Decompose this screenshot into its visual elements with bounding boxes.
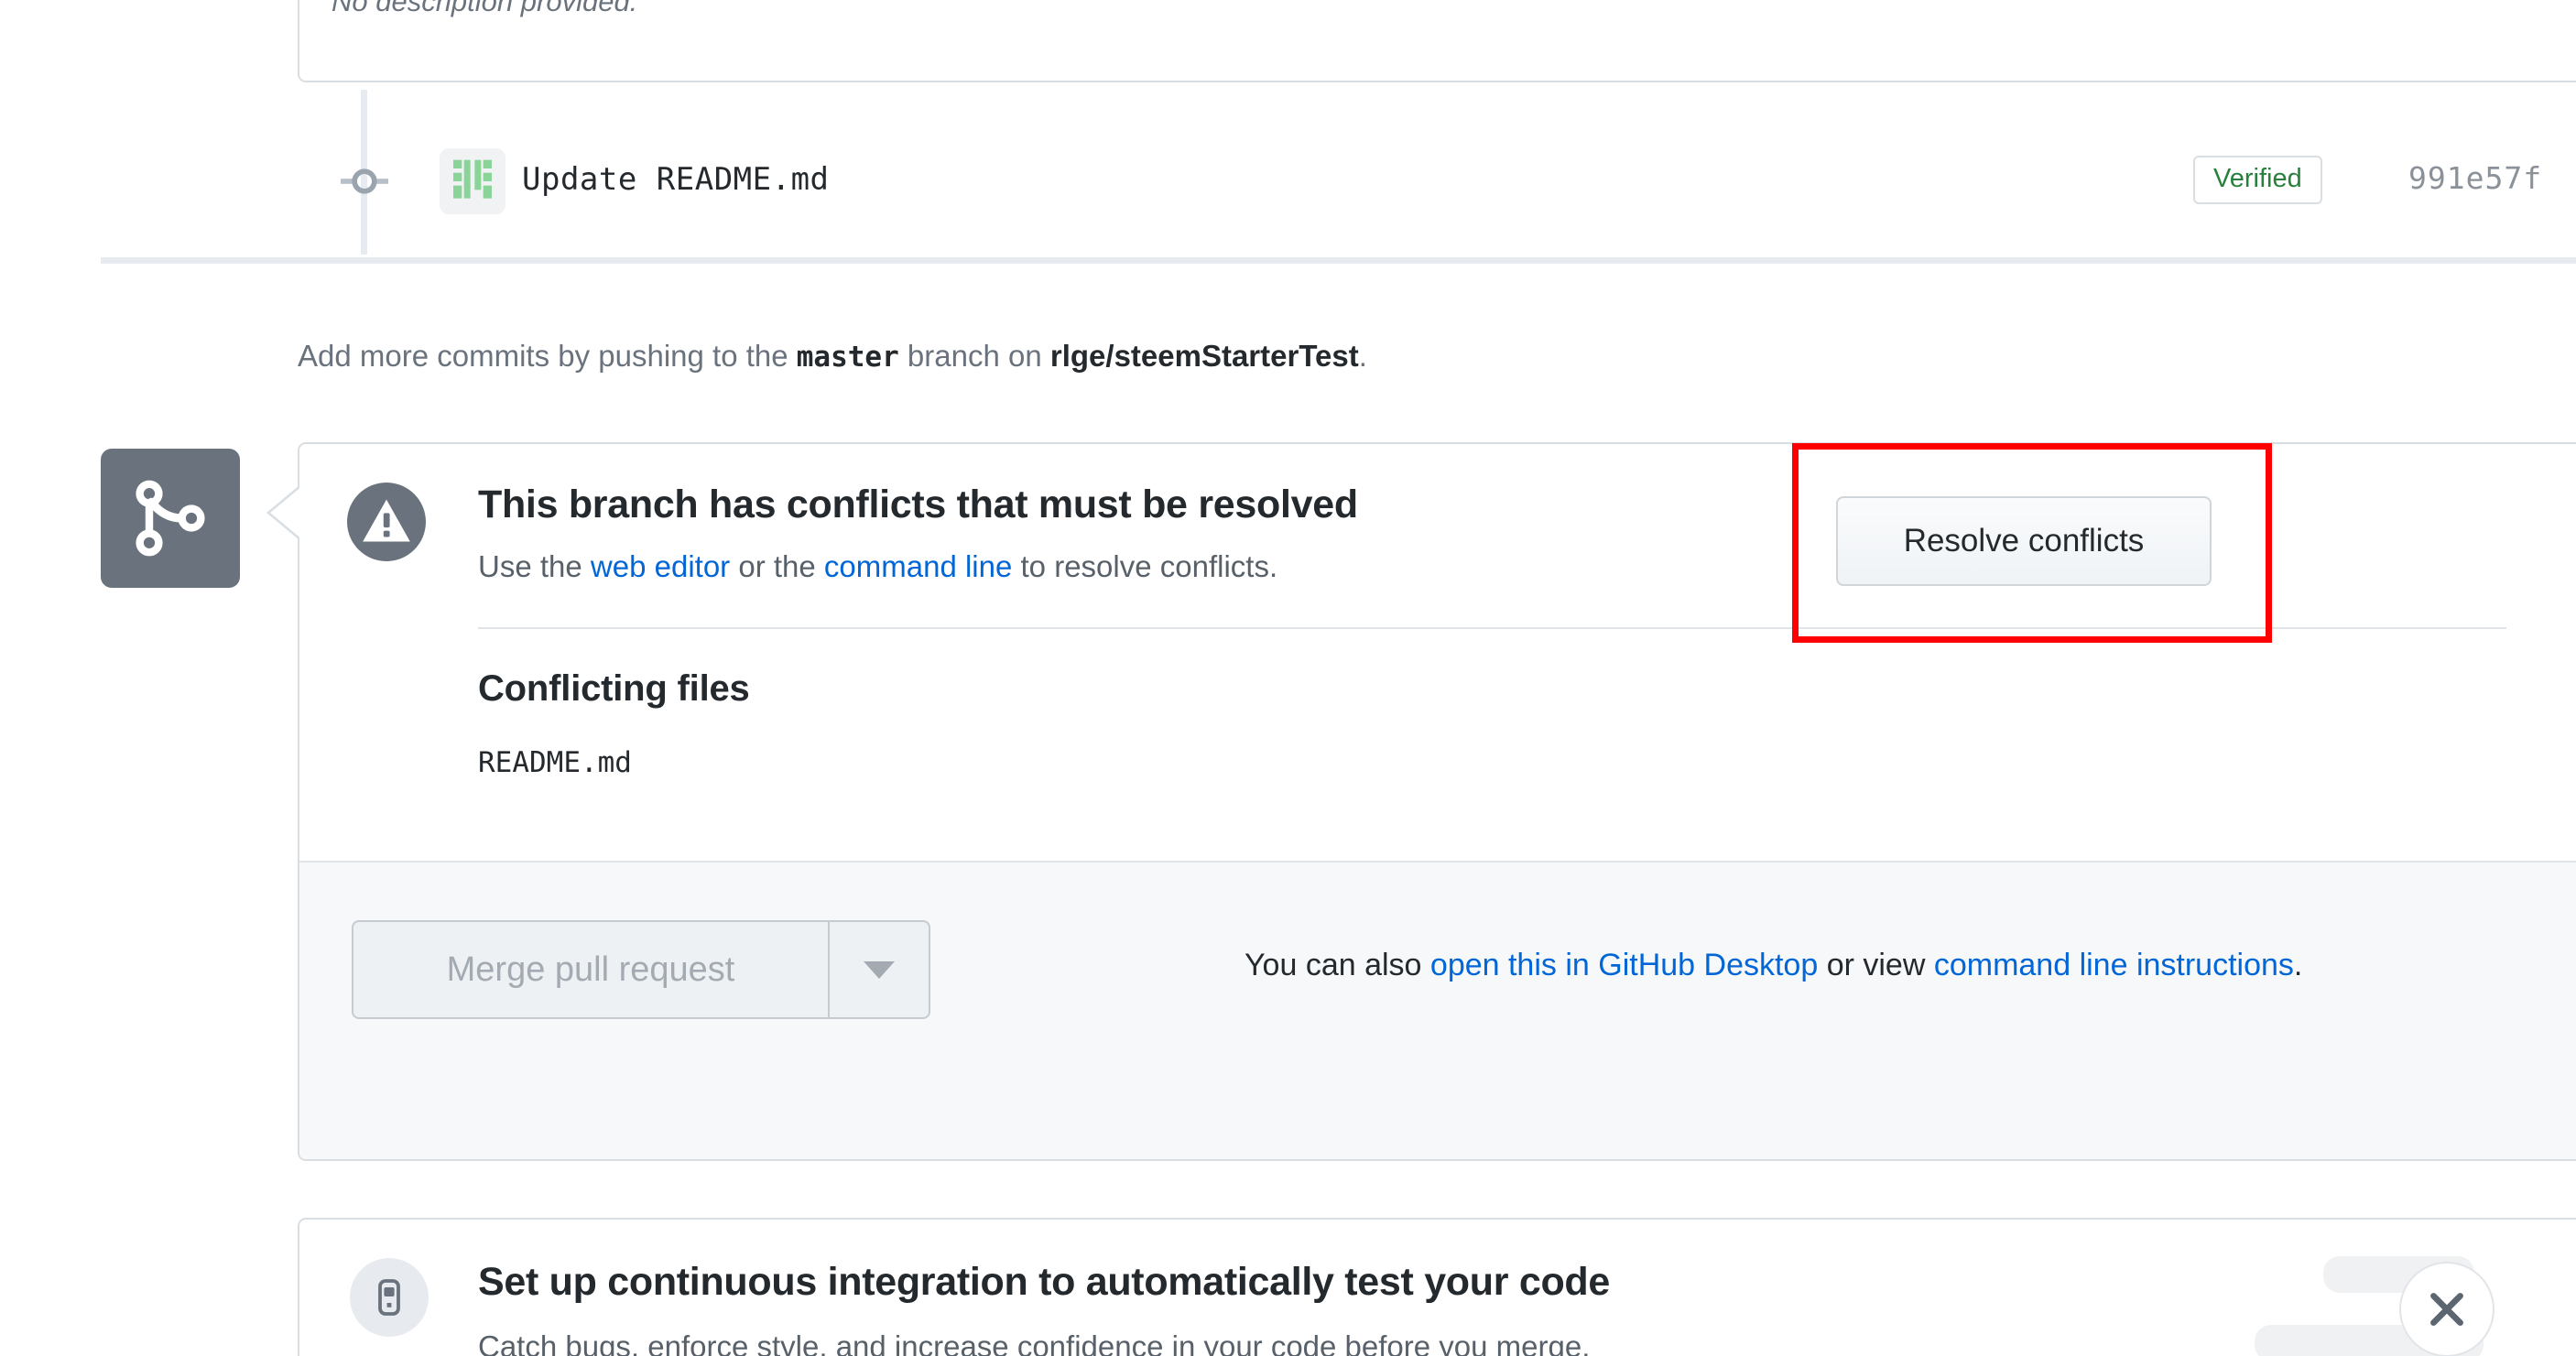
merge-sub-prefix: Use the <box>478 549 591 583</box>
footer-text-middle: or view <box>1818 948 1934 982</box>
merge-pull-request-button[interactable]: Merge pull request <box>352 920 828 1019</box>
merge-button-group[interactable]: Merge pull request <box>352 920 930 1019</box>
branch-name: master <box>796 341 899 374</box>
git-merge-icon <box>101 449 240 588</box>
commit-dot-icon <box>341 157 388 205</box>
commit-message[interactable]: Update README.md <box>522 161 830 198</box>
repo-name: rlge/steemStarterTest <box>1049 339 1359 373</box>
commit-row[interactable]: Update README.md Verified 991e57f <box>0 137 2576 238</box>
merge-status-box: This branch has conflicts that must be r… <box>298 442 2576 1161</box>
callout-arrow-fill <box>270 485 303 540</box>
verified-badge[interactable]: Verified <box>2193 156 2322 204</box>
pull-request-page: No description provided. Update README.m… <box>0 0 2576 1356</box>
add-commits-middle: branch on <box>898 339 1050 373</box>
pr-description-text: No description provided. <box>332 0 638 17</box>
ci-promo-card: Set up continuous integration to automat… <box>298 1218 2576 1356</box>
merge-conflict-title: This branch has conflicts that must be r… <box>478 483 1358 526</box>
footer-text-suffix: . <box>2293 948 2303 982</box>
merge-sub-suffix: to resolve conflicts. <box>1012 549 1278 583</box>
commit-sha[interactable]: 991e57f <box>2408 160 2542 196</box>
commit-author-avatar-icon[interactable] <box>440 148 505 214</box>
close-icon[interactable] <box>2399 1262 2494 1356</box>
web-editor-link[interactable]: web editor <box>591 549 730 583</box>
ci-promo-title: Set up continuous integration to automat… <box>478 1260 1610 1304</box>
chevron-down-icon <box>864 960 895 979</box>
timeline-divider <box>101 257 2576 264</box>
resolve-conflicts-button[interactable]: Resolve conflicts <box>1836 496 2212 586</box>
pr-description-card: No description provided. <box>298 0 2576 82</box>
footer-text-prefix: You can also <box>1245 948 1430 982</box>
merge-sub-middle: or the <box>730 549 824 583</box>
command-line-link[interactable]: command line <box>824 549 1012 583</box>
merge-options-dropdown[interactable] <box>828 920 930 1019</box>
conflicting-files-heading: Conflicting files <box>478 668 750 709</box>
github-desktop-link[interactable]: open this in GitHub Desktop <box>1430 948 1818 982</box>
command-line-instructions-link[interactable]: command line instructions <box>1934 948 2294 982</box>
add-commits-suffix: . <box>1358 339 1367 373</box>
ci-robot-icon <box>350 1258 429 1337</box>
merge-conflict-subtitle: Use the web editor or the command line t… <box>478 549 1277 584</box>
merge-section-divider <box>478 627 2506 629</box>
conflicting-file-item: README.md <box>478 746 632 779</box>
add-more-commits-text: Add more commits by pushing to the maste… <box>298 339 1367 374</box>
merge-footer-text: You can also open this in GitHub Desktop… <box>1245 948 2302 983</box>
merge-footer: Merge pull request You can also open thi… <box>299 861 2576 1159</box>
add-commits-prefix: Add more commits by pushing to the <box>298 339 797 373</box>
warning-triangle-icon <box>347 483 426 561</box>
ci-promo-subtitle: Catch bugs, enforce style, and increase … <box>478 1329 1591 1356</box>
